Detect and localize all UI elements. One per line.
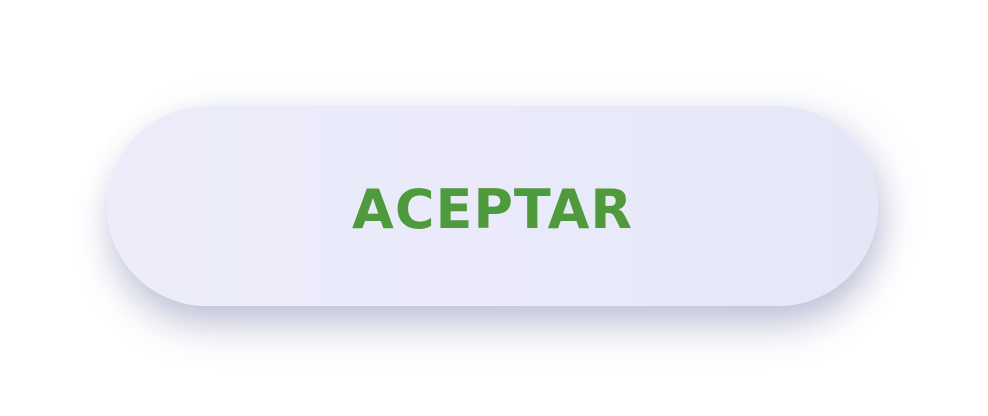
accept-button[interactable]: ACEPTAR: [107, 106, 878, 306]
canvas: ACEPTAR: [0, 0, 988, 416]
accept-button-label: ACEPTAR: [352, 178, 633, 241]
